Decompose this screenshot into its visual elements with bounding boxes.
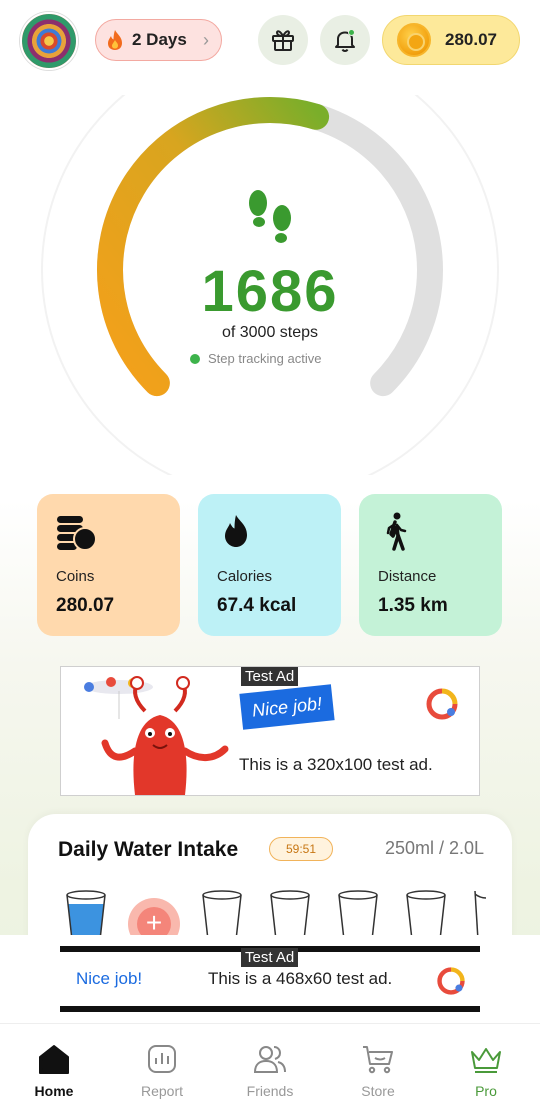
gift-icon [272, 30, 294, 51]
water-glass-empty-icon[interactable] [406, 890, 446, 940]
bottom-navigation: Home Report Friends Store Pro [0, 1023, 540, 1110]
nav-pro-label: Pro [475, 1083, 497, 1099]
nav-store[interactable]: Store [324, 1024, 432, 1110]
nav-home-label: Home [34, 1083, 74, 1099]
home-icon [39, 1045, 69, 1074]
tracking-status: Step tracking active [190, 351, 321, 366]
water-glass-empty-icon[interactable] [338, 890, 378, 940]
nav-report[interactable]: Report [108, 1024, 216, 1110]
coins-value: 280.07 [56, 595, 115, 616]
status-dot-icon [190, 353, 200, 364]
admob-logo-icon [426, 688, 458, 720]
ad-banner-468x60[interactable]: Nice job! This is a 468x60 test ad. Test… [0, 935, 540, 1023]
ad-text: This is a 320x100 test ad. [239, 755, 433, 774]
coin-balance: 280.07 [445, 30, 497, 49]
step-goal: of 3000 steps [221, 324, 319, 341]
walking-person-icon [386, 512, 407, 551]
streak-button[interactable]: 2 Days › [95, 19, 222, 61]
coin-balance-button[interactable]: 280.07 [382, 15, 520, 65]
coins-stack-icon [57, 516, 97, 551]
footsteps-icon [249, 190, 291, 243]
fire-icon [108, 30, 122, 50]
distance-card[interactable]: Distance 1.35 km [359, 494, 502, 636]
nav-report-label: Report [140, 1083, 184, 1099]
chart-icon [148, 1045, 176, 1073]
water-amount: 250ml / 2.0L [384, 838, 484, 858]
notifications-button[interactable] [320, 15, 370, 65]
nav-pro[interactable]: Pro [432, 1024, 540, 1110]
water-glass-empty-icon[interactable] [270, 890, 310, 940]
calories-value: 67.4 kcal [217, 595, 297, 616]
nav-home[interactable]: Home [0, 1024, 108, 1110]
water-glass-filled-icon[interactable] [66, 890, 106, 940]
flame-icon [225, 515, 247, 547]
crown-icon [471, 1048, 501, 1073]
cart-icon [363, 1046, 393, 1074]
water-timer-badge: 59:51 [269, 837, 333, 861]
admob-logo-icon [437, 967, 465, 995]
ad-text: This is a 468x60 test ad. [208, 969, 393, 988]
nav-store-label: Store [361, 1083, 395, 1099]
gift-button[interactable] [258, 15, 308, 65]
profile-avatar[interactable] [20, 12, 78, 70]
coins-card[interactable]: Coins 280.07 [37, 494, 180, 636]
water-glass-empty-icon[interactable] [474, 890, 486, 940]
water-title: Daily Water Intake [58, 838, 239, 861]
calories-label: Calories [217, 568, 273, 585]
test-ad-tag: Test Ad [241, 948, 299, 967]
chevron-right-icon: › [203, 29, 209, 50]
bell-icon [335, 29, 355, 52]
ad-mascot-image [84, 676, 229, 795]
step-count: 1686 [201, 259, 339, 324]
tracking-status-text: Step tracking active [208, 351, 322, 366]
distance-value: 1.35 km [378, 595, 448, 616]
distance-label: Distance [378, 568, 437, 585]
coins-label: Coins [56, 568, 95, 585]
nav-friends[interactable]: Friends [216, 1024, 324, 1110]
ad-badge: Nice job! [239, 684, 335, 730]
calories-card[interactable]: Calories 67.4 kcal [198, 494, 341, 636]
streak-label: 2 Days [132, 30, 187, 49]
nav-friends-label: Friends [246, 1083, 294, 1099]
coin-icon [397, 23, 431, 57]
test-ad-tag: Test Ad [241, 667, 299, 686]
friends-icon [253, 1046, 286, 1073]
water-glass-empty-icon[interactable] [202, 890, 242, 940]
ad-badge: Nice job! [76, 969, 143, 988]
